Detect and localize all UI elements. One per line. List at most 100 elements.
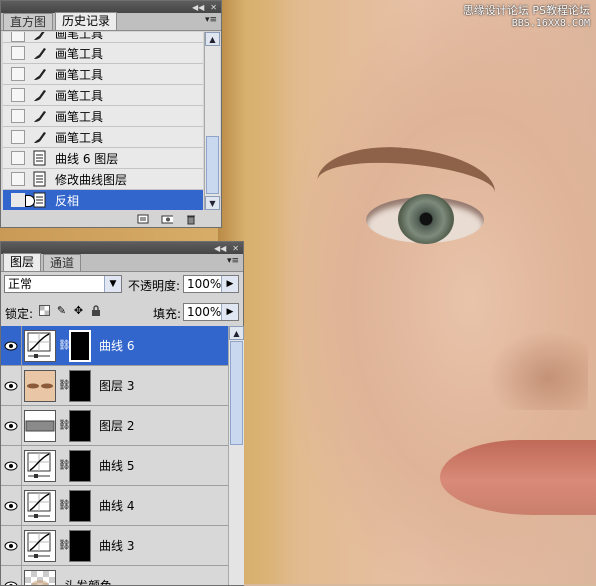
history-item[interactable]: 画笔工具 <box>3 85 203 106</box>
visibility-eye-icon[interactable] <box>1 406 22 445</box>
layer-thumbnail[interactable] <box>24 369 56 402</box>
history-checkbox[interactable] <box>11 109 25 123</box>
lock-transparent-icon[interactable] <box>39 305 50 316</box>
layer-mask-thumbnail[interactable] <box>69 329 91 362</box>
link-mask-icon[interactable]: ⛓ <box>58 460 71 471</box>
opacity-label: 不透明度: <box>128 279 181 293</box>
layer-row[interactable]: ⛓ 曲线 5 <box>1 446 228 486</box>
fill-input[interactable]: 100% ▶ <box>183 303 239 321</box>
blend-mode-select[interactable]: 正常 ▼ <box>4 275 122 293</box>
layer-name[interactable]: 图层 2 <box>99 417 134 434</box>
lock-all-icon[interactable] <box>90 305 101 316</box>
tab-layers[interactable]: 图层 <box>3 253 42 271</box>
history-item[interactable]: 曲线 6 图层 <box>3 148 203 169</box>
panel-menu-icon[interactable]: ▾≡ <box>227 256 239 266</box>
visibility-eye-icon[interactable] <box>1 366 22 405</box>
history-checkbox[interactable] <box>11 130 25 144</box>
layer-thumbnail[interactable] <box>24 449 56 482</box>
layer-mask-thumbnail[interactable] <box>69 369 91 402</box>
layer-thumbnail[interactable] <box>24 489 56 522</box>
layer-mask-thumbnail[interactable] <box>69 449 91 482</box>
layer-thumbnail[interactable] <box>24 569 56 585</box>
layer-mask-thumbnail[interactable] <box>69 409 91 442</box>
layer-thumbnail[interactable] <box>24 329 56 362</box>
history-item[interactable]: 画笔工具 <box>3 64 203 85</box>
close-icon[interactable]: ✕ <box>210 3 217 12</box>
scroll-thumb[interactable] <box>230 341 243 445</box>
visibility-eye-icon[interactable] <box>1 486 22 525</box>
history-checkbox[interactable] <box>11 172 25 186</box>
lock-icons: ✎ ✥ <box>39 304 101 317</box>
layer-name[interactable]: 图层 3 <box>99 377 134 394</box>
history-item-label: 画笔工具 <box>55 67 104 82</box>
lock-label: 锁定: <box>5 307 34 321</box>
link-mask-icon[interactable]: ⛓ <box>58 340 71 351</box>
link-mask-icon[interactable]: ⛓ <box>58 500 71 511</box>
eyebrow <box>316 141 498 205</box>
layer-thumbnail[interactable] <box>24 529 56 562</box>
layer-row[interactable]: ⛓ 曲线 4 <box>1 486 228 526</box>
scroll-up-icon[interactable]: ▲ <box>205 32 220 46</box>
layers-scrollbar[interactable]: ▲ <box>228 326 244 585</box>
scroll-down-icon[interactable]: ▼ <box>205 196 220 210</box>
history-item-label: 画笔工具 <box>55 32 104 41</box>
layer-row[interactable]: ⛓ 图层 3 <box>1 366 228 406</box>
visibility-eye-icon[interactable] <box>1 526 22 565</box>
history-scrollbar[interactable]: ▲ ▼ <box>204 32 220 210</box>
layers-tabs: 图层 通道 ▾≡ <box>1 253 243 272</box>
iris <box>398 194 454 244</box>
opacity-input[interactable]: 100% ▶ <box>183 275 239 293</box>
document-icon <box>31 171 49 187</box>
history-item[interactable]: 画笔工具 <box>3 106 203 127</box>
new-document-from-state-icon[interactable] <box>137 214 149 224</box>
brush-icon <box>31 129 49 145</box>
fill-arrow-icon[interactable]: ▶ <box>221 304 238 320</box>
history-item[interactable]: 画笔工具 <box>3 32 203 43</box>
lock-move-icon[interactable]: ✥ <box>73 304 84 317</box>
tab-history[interactable]: 历史记录 <box>55 12 118 30</box>
layer-row[interactable]: ⛓ 曲线 6 <box>1 326 228 366</box>
history-item[interactable]: 修改曲线图层 <box>3 169 203 190</box>
layer-row[interactable]: 头发颜色 <box>1 566 228 585</box>
layer-name[interactable]: 曲线 4 <box>99 497 134 514</box>
visibility-eye-icon[interactable] <box>1 446 22 485</box>
layer-name[interactable]: 曲线 3 <box>99 537 134 554</box>
history-checkbox[interactable] <box>11 46 25 60</box>
close-icon[interactable]: ✕ <box>232 244 239 253</box>
collapse-icon[interactable]: ◀◀ <box>192 3 204 12</box>
scroll-thumb[interactable] <box>206 136 219 194</box>
scroll-up-icon[interactable]: ▲ <box>229 326 244 340</box>
panel-menu-icon[interactable]: ▾≡ <box>205 15 217 25</box>
layer-row[interactable]: ⛓ 曲线 3 <box>1 526 228 566</box>
history-checkbox[interactable] <box>11 32 25 42</box>
history-item-label: 画笔工具 <box>55 130 104 145</box>
layer-list: ⛓ 曲线 6 ⛓ 图层 3 ⛓ 图层 2 ⛓ 曲线 5 ⛓ 曲线 4 ⛓ 曲线 3 头发颜色 <box>1 326 228 585</box>
history-checkbox[interactable] <box>11 88 25 102</box>
fill-value: 100% <box>187 305 222 319</box>
link-mask-icon[interactable]: ⛓ <box>58 380 71 391</box>
new-snapshot-icon[interactable] <box>161 214 173 224</box>
visibility-eye-icon[interactable] <box>1 326 22 365</box>
tab-histogram[interactable]: 直方图 <box>3 13 54 30</box>
chevron-down-icon[interactable]: ▼ <box>104 276 121 292</box>
layer-mask-thumbnail[interactable] <box>69 529 91 562</box>
history-checkbox[interactable] <box>11 151 25 165</box>
layer-name[interactable]: 曲线 5 <box>99 457 134 474</box>
history-item[interactable]: 画笔工具 <box>3 127 203 148</box>
visibility-eye-icon[interactable] <box>1 566 22 585</box>
delete-state-icon[interactable] <box>185 214 197 224</box>
tab-channels[interactable]: 通道 <box>43 254 82 271</box>
link-mask-icon[interactable]: ⛓ <box>58 540 71 551</box>
history-checkbox[interactable] <box>11 67 25 81</box>
opacity-arrow-icon[interactable]: ▶ <box>221 276 238 292</box>
layer-row[interactable]: ⛓ 图层 2 <box>1 406 228 446</box>
history-item[interactable]: 反相 <box>3 190 203 210</box>
layer-name[interactable]: 曲线 6 <box>99 337 134 354</box>
link-mask-icon[interactable]: ⛓ <box>58 420 71 431</box>
history-checkbox[interactable] <box>11 193 25 207</box>
collapse-icon[interactable]: ◀◀ <box>214 244 226 253</box>
layer-thumbnail[interactable] <box>24 409 56 442</box>
layer-mask-thumbnail[interactable] <box>69 489 91 522</box>
history-item[interactable]: 画笔工具 <box>3 43 203 64</box>
lock-paint-icon[interactable]: ✎ <box>56 304 67 317</box>
